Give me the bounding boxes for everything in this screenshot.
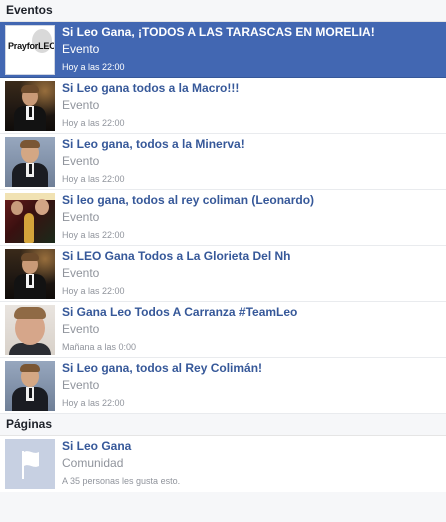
event-title[interactable]: Si LEO Gana Todos a La Glorieta Del Nh (62, 249, 291, 264)
event-result-item[interactable]: Si Leo gana, todos a la Minerva! Evento … (0, 134, 446, 190)
leo-portrait-photo (5, 305, 55, 355)
event-result-item[interactable]: Si Leo gana todos a la Macro!!! Evento H… (0, 78, 446, 134)
event-time: Hoy a las 22:00 (62, 230, 125, 240)
thumbnail-text: PrayforLEO (8, 41, 55, 51)
event-result-item[interactable]: Si Gana Leo Todos A Carranza #TeamLeo Ev… (0, 302, 446, 358)
leo-photo (5, 81, 55, 131)
leo-photo (5, 137, 55, 187)
events-section-header: Eventos (0, 0, 446, 22)
event-title[interactable]: Si Gana Leo Todos A Carranza #TeamLeo (62, 305, 297, 320)
event-type: Evento (62, 378, 100, 392)
event-result-item[interactable]: Si leo gana, todos al rey coliman (Leona… (0, 190, 446, 246)
page-likes: A 35 personas les gusta esto. (62, 476, 181, 486)
flag-icon (5, 439, 55, 489)
event-result-item[interactable]: Si Leo gana, todos al Rey Colimán! Event… (0, 358, 446, 414)
event-time: Hoy a las 22:00 (62, 286, 125, 296)
event-title[interactable]: Si leo gana, todos al rey coliman (Leona… (62, 193, 314, 208)
page-result-item[interactable]: Si Leo Gana Comunidad A 35 personas les … (0, 436, 446, 492)
page-category: Comunidad (62, 456, 124, 470)
event-time: Hoy a las 22:00 (62, 62, 125, 72)
event-title[interactable]: Si Leo gana, todos a la Minerva! (62, 137, 245, 152)
page-thumbnail (5, 439, 55, 489)
leo-photo (5, 249, 55, 299)
event-title[interactable]: Si Leo gana, todos al Rey Colimán! (62, 361, 262, 376)
page-title[interactable]: Si Leo Gana (62, 439, 180, 454)
event-time: Hoy a las 22:00 (62, 118, 125, 128)
event-time: Hoy a las 22:00 (62, 174, 125, 184)
event-result-item[interactable]: PrayforLEO Si Leo Gana, ¡TODOS A LAS TAR… (0, 22, 446, 78)
event-type: Evento (62, 322, 100, 336)
event-type: Evento (62, 154, 100, 168)
leo-poster-photo (5, 193, 55, 243)
event-type: Evento (62, 266, 100, 280)
event-type: Evento (62, 42, 100, 56)
event-time: Mañana a las 0:00 (62, 342, 137, 352)
event-time: Hoy a las 22:00 (62, 398, 125, 408)
leo-photo (5, 361, 55, 411)
event-result-item[interactable]: Si LEO Gana Todos a La Glorieta Del Nh E… (0, 246, 446, 302)
event-type: Evento (62, 210, 100, 224)
event-type: Evento (62, 98, 100, 112)
event-title[interactable]: Si Leo gana todos a la Macro!!! (62, 81, 239, 96)
event-title[interactable]: Si Leo Gana, ¡TODOS A LAS TARASCAS EN MO… (62, 25, 375, 40)
panel-bottom (0, 492, 446, 522)
search-results-panel: Eventos PrayforLEO Si Leo Gana, ¡TODOS A… (0, 0, 446, 522)
event-thumbnail: PrayforLEO (5, 25, 55, 75)
pages-section-header: Páginas (0, 414, 446, 436)
